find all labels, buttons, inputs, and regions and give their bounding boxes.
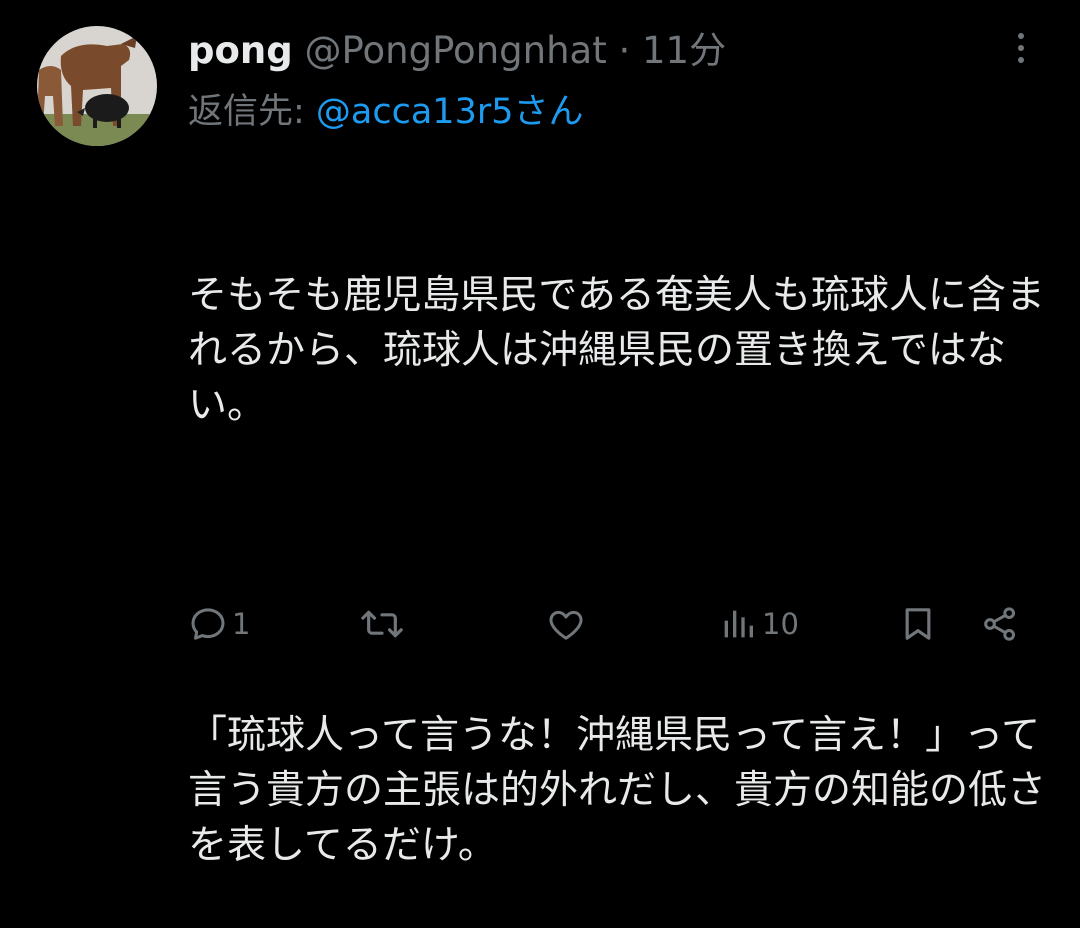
tweet-text-paragraph: 「琉球人って言うな！沖縄県民って言え！」って言う貴方の主張は的外れだし、貴方の知… bbox=[188, 713, 1047, 868]
avatar-photo bbox=[37, 26, 157, 146]
share-icon bbox=[984, 607, 1015, 641]
paragraph-spacer bbox=[188, 543, 1068, 598]
reply-button[interactable]: 1 bbox=[188, 598, 250, 650]
timestamp[interactable]: 11分 bbox=[642, 29, 726, 72]
bookmark-button[interactable] bbox=[898, 598, 938, 650]
views-bar-chart-icon bbox=[724, 610, 753, 638]
tweet-text-paragraph: そもそも鹿児島県民である奄美人も琉球人に含まれるから、琉球人は沖縄県民の置き換え… bbox=[188, 273, 1045, 428]
reply-count: 1 bbox=[232, 607, 251, 641]
reply-to-line: 返信先: @acca13r5さん bbox=[188, 88, 584, 136]
header-separator: · bbox=[618, 29, 631, 72]
like-button[interactable] bbox=[546, 598, 590, 650]
tweet-header: pong @PongPongnhat · 11分 bbox=[188, 27, 726, 75]
display-name[interactable]: pong bbox=[188, 29, 293, 72]
reply-mention-link[interactable]: @acca13r5さん bbox=[316, 92, 584, 132]
views-count: 10 bbox=[762, 607, 799, 641]
reply-prefix: 返信先: bbox=[188, 92, 316, 132]
bookmark-icon bbox=[905, 608, 931, 640]
avatar[interactable] bbox=[37, 26, 157, 146]
reply-icon bbox=[191, 608, 225, 640]
user-handle[interactable]: @PongPongnhat bbox=[305, 29, 607, 72]
action-bar: 1 10 bbox=[188, 598, 1036, 650]
tweet-text: そもそも鹿児島県民である奄美人も琉球人に含まれるから、琉球人は沖縄県民の置き換え… bbox=[188, 158, 1068, 928]
views-button[interactable]: 10 bbox=[718, 598, 799, 650]
retweet-button[interactable] bbox=[358, 598, 410, 650]
more-vertical-icon[interactable] bbox=[1005, 26, 1037, 70]
retweet-icon bbox=[361, 610, 403, 638]
share-button[interactable] bbox=[980, 598, 1020, 650]
heart-icon bbox=[549, 610, 583, 640]
